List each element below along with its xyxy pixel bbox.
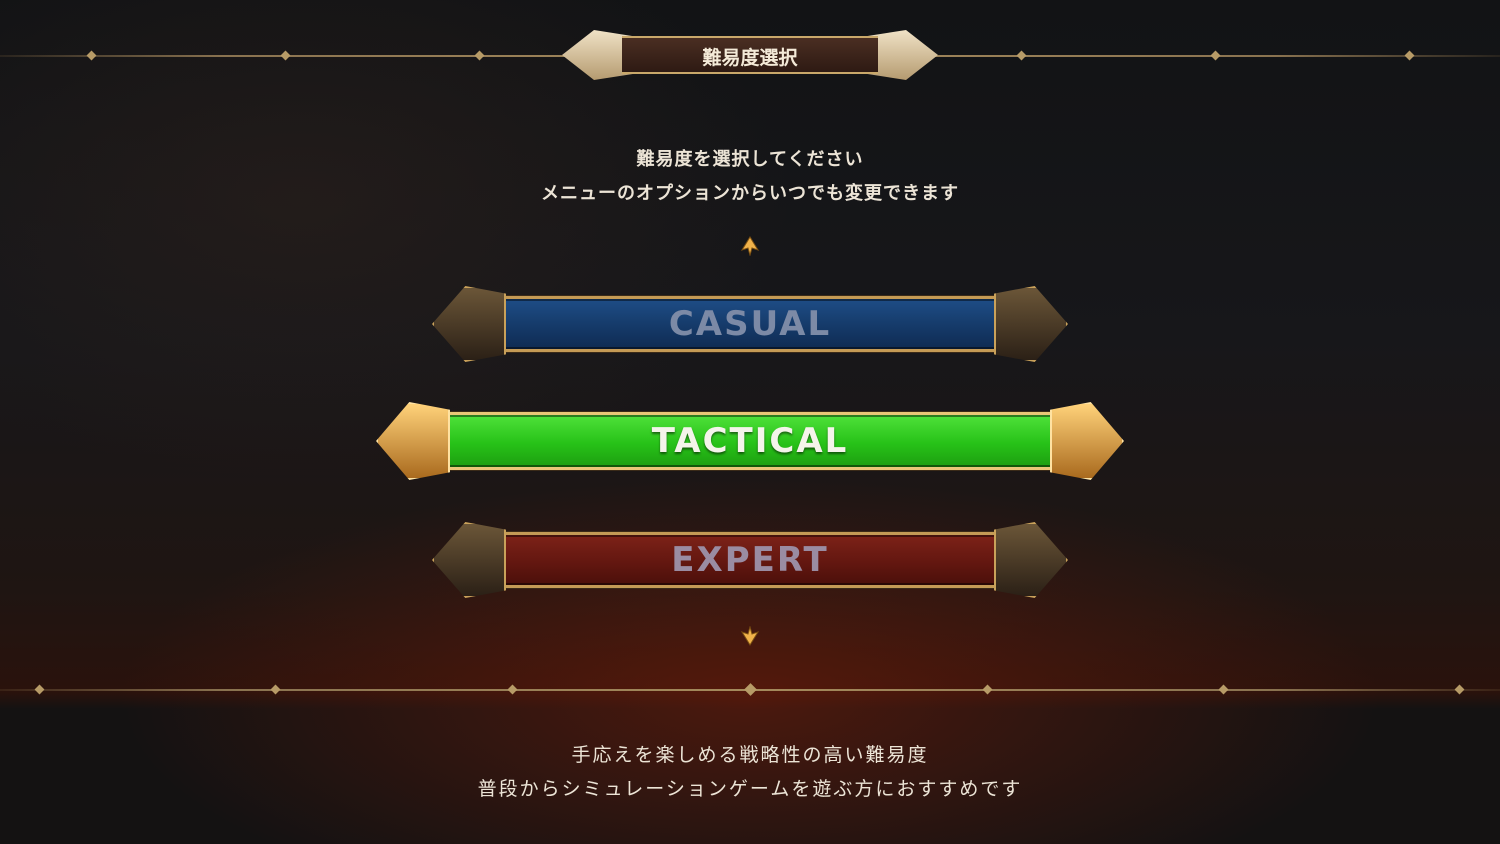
title-plate: 難易度選択 (562, 30, 938, 80)
difficulty-button-expert[interactable]: EXPERT (432, 522, 1068, 598)
difficulty-description-line-1: 手応えを楽しめる戦略性の高い難易度 (571, 744, 929, 766)
instruction-line-1: 難易度を選択してください (636, 149, 864, 170)
page-title: 難易度選択 (702, 47, 798, 69)
divider-ornament (34, 684, 45, 695)
divider-ornament (474, 50, 485, 61)
difficulty-label: TACTICAL (651, 421, 849, 461)
divider-ornament (86, 50, 97, 61)
divider-ornament (270, 684, 281, 695)
difficulty-button-casual[interactable]: CASUAL (432, 286, 1068, 362)
divider-ornament (1016, 50, 1027, 61)
divider-ornament (1210, 50, 1221, 61)
difficulty-description-line-2: 普段からシミュレーションゲームを遊ぶ方におすすめです (477, 778, 1023, 800)
divider-ornament (280, 50, 291, 61)
down-arrow-icon[interactable] (740, 626, 760, 646)
divider-ornament-center (744, 683, 757, 696)
divider-ornament (982, 684, 993, 695)
divider-ornament (507, 684, 518, 695)
difficulty-button-tactical[interactable]: TACTICAL (376, 402, 1124, 480)
divider-ornament (1218, 684, 1229, 695)
divider-ornament (1454, 684, 1465, 695)
divider-ornament (1404, 50, 1415, 61)
difficulty-label: CASUAL (668, 304, 832, 344)
up-arrow-icon[interactable] (740, 236, 760, 256)
instruction-line-2: メニューのオプションからいつでも変更できます (541, 183, 959, 204)
difficulty-label: EXPERT (671, 540, 829, 580)
